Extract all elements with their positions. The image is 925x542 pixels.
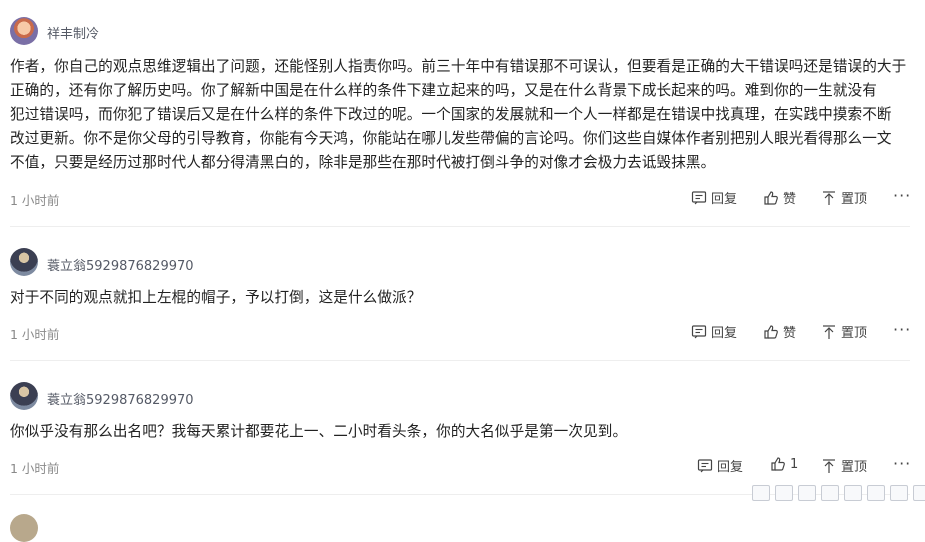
comment-text-line: 对于不同的观点就扣上左棍的帽子，予以打倒，这是什么做派？ xyxy=(10,289,422,306)
comment-author[interactable]: 蓑立翁5929876829970 xyxy=(47,255,194,274)
reply-button[interactable]: 回复 xyxy=(697,456,743,475)
pin-button[interactable]: 置顶 xyxy=(821,456,867,475)
toolbar-slot[interactable] xyxy=(775,485,793,501)
pin-to-top-icon xyxy=(823,458,835,473)
reply-label: 回复 xyxy=(717,460,744,475)
thumbs-up-icon xyxy=(771,457,785,471)
toolbar-slot[interactable] xyxy=(890,485,908,501)
pin-label: 置顶 xyxy=(841,460,868,475)
more-icon: ··· xyxy=(893,320,912,339)
scroll-toolbar xyxy=(752,485,925,501)
thumbs-up-icon xyxy=(764,324,778,339)
comment-actions: 回复 赞 置顶 ··· xyxy=(0,320,925,342)
comment-reply-icon xyxy=(691,324,707,338)
comment-text-line: 作者，你自己的观点思维逻辑出了问题，还能怪别人指责你吗。前三十年中有错误那不可误… xyxy=(10,58,907,75)
like-button[interactable]: 1 xyxy=(770,456,798,472)
pin-button[interactable]: 置顶 xyxy=(821,188,867,207)
reply-label: 回复 xyxy=(711,326,738,341)
avatar[interactable] xyxy=(10,248,38,276)
divider xyxy=(10,226,910,227)
pin-label: 置顶 xyxy=(841,326,868,341)
more-button[interactable]: ··· xyxy=(893,320,911,339)
divider xyxy=(10,360,910,361)
comment-text: 你似乎没有那么出名吧？我每天累计都要花上一、二小时看头条，你的大名似乎是第一次见… xyxy=(10,420,915,444)
comment-text: 对于不同的观点就扣上左棍的帽子，予以打倒，这是什么做派？ xyxy=(10,286,915,310)
comment-reply-icon xyxy=(697,458,713,472)
comment-reply-icon xyxy=(691,190,707,204)
comment-text: 作者，你自己的观点思维逻辑出了问题，还能怪别人指责你吗。前三十年中有错误那不可误… xyxy=(10,55,915,175)
like-label: 赞 xyxy=(783,326,797,341)
like-button[interactable]: 赞 xyxy=(763,322,796,341)
comment-author[interactable]: 祥丰制冷 xyxy=(47,23,99,42)
comment-text-line: 你似乎没有那么出名吧？我每天累计都要花上一、二小时看头条，你的大名似乎是第一次见… xyxy=(10,423,628,440)
toolbar-slot[interactable] xyxy=(867,485,885,501)
more-icon: ··· xyxy=(893,454,912,473)
pin-to-top-icon xyxy=(823,190,835,205)
more-button[interactable]: ··· xyxy=(893,186,911,205)
comment-text-line: 改过更新。你不是你父母的引导教育，你能有今天鸿，你能站在哪儿发些帶偏的言论吗。你… xyxy=(10,130,892,147)
avatar[interactable] xyxy=(10,17,38,45)
toolbar-slot[interactable] xyxy=(798,485,816,501)
comment-author[interactable]: 蓑立翁5929876829970 xyxy=(47,389,194,408)
reply-button[interactable]: 回复 xyxy=(691,188,737,207)
thumbs-up-icon xyxy=(764,190,778,205)
avatar[interactable] xyxy=(10,382,38,410)
more-button[interactable]: ··· xyxy=(893,454,911,473)
more-icon: ··· xyxy=(893,186,912,205)
like-count: 1 xyxy=(790,456,799,472)
toolbar-slot[interactable] xyxy=(821,485,839,501)
comment-text-line: 犯过错误吗，而你犯了错误后又是在什么样的条件下改过的呢。一个国家的发展就和一个人… xyxy=(10,106,892,123)
reply-label: 回复 xyxy=(711,192,738,207)
like-button[interactable]: 赞 xyxy=(763,188,796,207)
comment-actions: 回复 1 置顶 ··· xyxy=(0,454,925,476)
comment-actions: 回复 赞 置顶 ··· xyxy=(0,186,925,208)
pin-button[interactable]: 置顶 xyxy=(821,322,867,341)
pin-label: 置顶 xyxy=(841,192,868,207)
toolbar-slot[interactable] xyxy=(913,485,925,501)
avatar[interactable] xyxy=(10,514,38,542)
comment-text-line: 不值，只要是经历过那时代人都分得清黑白的，除非是那些在那时代被打倒斗争的对像才会… xyxy=(10,154,716,171)
toolbar-slot[interactable] xyxy=(752,485,770,501)
comment-text-line: 正确的，还有你了解历史吗。你了解新中国是在什么样的条件下建立起来的吗，又是在什么… xyxy=(10,82,877,99)
like-label: 赞 xyxy=(783,192,797,207)
reply-button[interactable]: 回复 xyxy=(691,322,737,341)
pin-to-top-icon xyxy=(823,324,835,339)
toolbar-slot[interactable] xyxy=(844,485,862,501)
